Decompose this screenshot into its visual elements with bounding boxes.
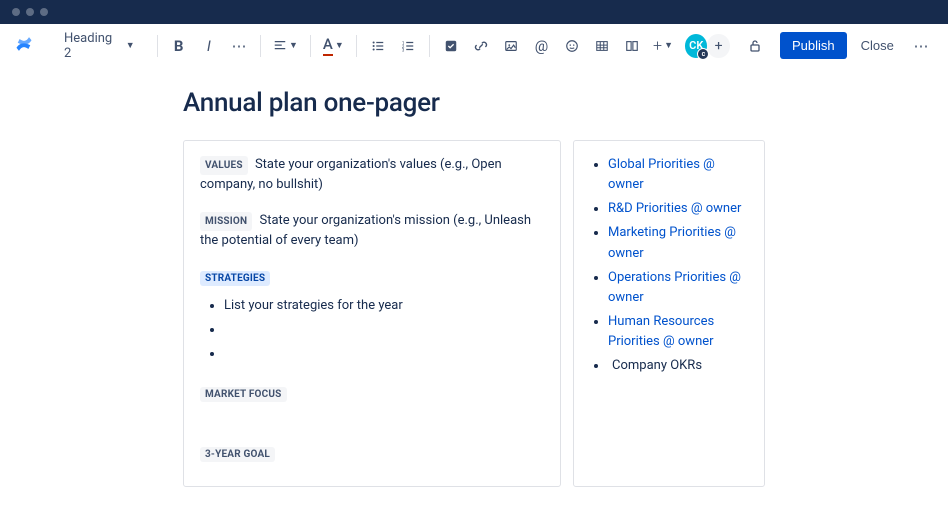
italic-button[interactable]: I	[196, 32, 222, 60]
toolbar-separator	[429, 35, 430, 57]
priorities-list[interactable]: Global Priorities @ owner R&D Priorities…	[590, 155, 748, 376]
page-title[interactable]: Annual plan one-pager	[183, 88, 765, 118]
list-item[interactable]	[224, 320, 544, 340]
link-button[interactable]	[468, 32, 494, 60]
values-paragraph[interactable]: VALUES State your organization's values …	[200, 155, 544, 195]
link-marketing-priorities[interactable]: Marketing Priorities @ owner	[608, 225, 736, 260]
text-style-select[interactable]: Heading 2 ▼	[56, 27, 143, 65]
mission-paragraph[interactable]: MISSION State your organization's missio…	[200, 211, 544, 251]
bullet-list-button[interactable]	[365, 32, 391, 60]
mention-button[interactable]: @	[528, 32, 554, 60]
list-item[interactable]: List your strategies for the year	[224, 296, 544, 316]
bullet-list-icon	[371, 39, 385, 53]
link-operations-priorities[interactable]: Operations Priorities @ owner	[608, 270, 741, 305]
more-actions-button[interactable]: ⋯	[908, 32, 934, 60]
list-item[interactable]: Global Priorities @ owner	[608, 155, 748, 195]
status-lozenge-strategies[interactable]: STRATEGIES	[200, 271, 270, 286]
align-left-icon	[273, 39, 287, 53]
strategies-heading[interactable]: STRATEGIES	[200, 266, 544, 286]
link-global-priorities[interactable]: Global Priorities @ owner	[608, 157, 715, 192]
publish-button[interactable]: Publish	[780, 32, 847, 59]
avatar-badge: c	[697, 48, 709, 60]
layout-icon	[625, 39, 639, 53]
alignment-button[interactable]: ▼	[269, 32, 302, 60]
market-focus-heading[interactable]: MARKET FOCUS	[200, 382, 544, 402]
status-lozenge-3-year-goal[interactable]: 3-YEAR GOAL	[200, 447, 275, 462]
table-icon	[595, 39, 609, 53]
editor-toolbar: Heading 2 ▼ B I ⋯ ▼ A ▼ 123 @ + ▼	[0, 24, 948, 68]
checkbox-icon	[444, 39, 458, 53]
list-item[interactable]: R&D Priorities @ owner	[608, 199, 748, 219]
link-rd-priorities[interactable]: R&D Priorities @ owner	[608, 201, 741, 216]
chevron-down-icon: ▼	[126, 40, 135, 51]
unlock-icon	[747, 38, 763, 54]
list-item[interactable]: Marketing Priorities @ owner	[608, 223, 748, 263]
link-hr-priorities[interactable]: Human Resources Priorities @ owner	[608, 314, 714, 349]
list-item[interactable]	[224, 344, 544, 364]
close-button[interactable]: Close	[851, 32, 904, 59]
restrictions-button[interactable]	[742, 32, 768, 60]
status-lozenge-mission[interactable]: MISSION	[200, 212, 252, 231]
list-item[interactable]: Operations Priorities @ owner	[608, 268, 748, 308]
insert-menu-button[interactable]: + ▼	[649, 32, 677, 60]
emoji-button[interactable]	[559, 32, 585, 60]
numbered-list-icon: 123	[401, 39, 415, 53]
traffic-light-dot	[40, 8, 48, 16]
left-column[interactable]: VALUES State your organization's values …	[183, 140, 561, 487]
three-year-goal-heading[interactable]: 3-YEAR GOAL	[200, 442, 544, 462]
status-lozenge-market-focus[interactable]: MARKET FOCUS	[200, 387, 287, 402]
user-avatar[interactable]: CK c	[685, 34, 707, 58]
toolbar-separator	[157, 35, 158, 57]
text-color-button[interactable]: A ▼	[319, 32, 348, 60]
traffic-light-dot	[12, 8, 20, 16]
emoji-icon	[565, 39, 579, 53]
two-column-layout: VALUES State your organization's values …	[183, 140, 765, 487]
link-icon	[474, 39, 488, 53]
confluence-logo-icon	[14, 34, 34, 58]
layouts-button[interactable]	[619, 32, 645, 60]
window-titlebar	[0, 0, 948, 24]
status-lozenge-values[interactable]: VALUES	[200, 156, 248, 175]
table-button[interactable]	[589, 32, 615, 60]
toolbar-separator	[356, 35, 357, 57]
editor-content[interactable]: Annual plan one-pager VALUES State your …	[0, 68, 948, 487]
add-collaborator-button[interactable]: +	[707, 34, 729, 58]
toolbar-separator	[260, 35, 261, 57]
chevron-down-icon: ▼	[289, 40, 298, 51]
list-item[interactable]: Human Resources Priorities @ owner	[608, 312, 748, 352]
toolbar-separator	[310, 35, 311, 57]
strategies-list[interactable]: List your strategies for the year	[200, 296, 544, 364]
bold-button[interactable]: B	[166, 32, 192, 60]
image-button[interactable]	[498, 32, 524, 60]
chevron-down-icon: ▼	[664, 40, 673, 51]
text-style-label: Heading 2	[64, 31, 118, 61]
chevron-down-icon: ▼	[335, 40, 344, 51]
numbered-list-button[interactable]: 123	[395, 32, 421, 60]
image-icon	[504, 39, 518, 53]
svg-text:3: 3	[402, 48, 405, 53]
more-formatting-button[interactable]: ⋯	[226, 32, 252, 60]
traffic-light-dot	[26, 8, 34, 16]
right-column[interactable]: Global Priorities @ owner R&D Priorities…	[573, 140, 765, 487]
action-item-button[interactable]	[438, 32, 464, 60]
list-item[interactable]: Company OKRs	[608, 356, 748, 376]
